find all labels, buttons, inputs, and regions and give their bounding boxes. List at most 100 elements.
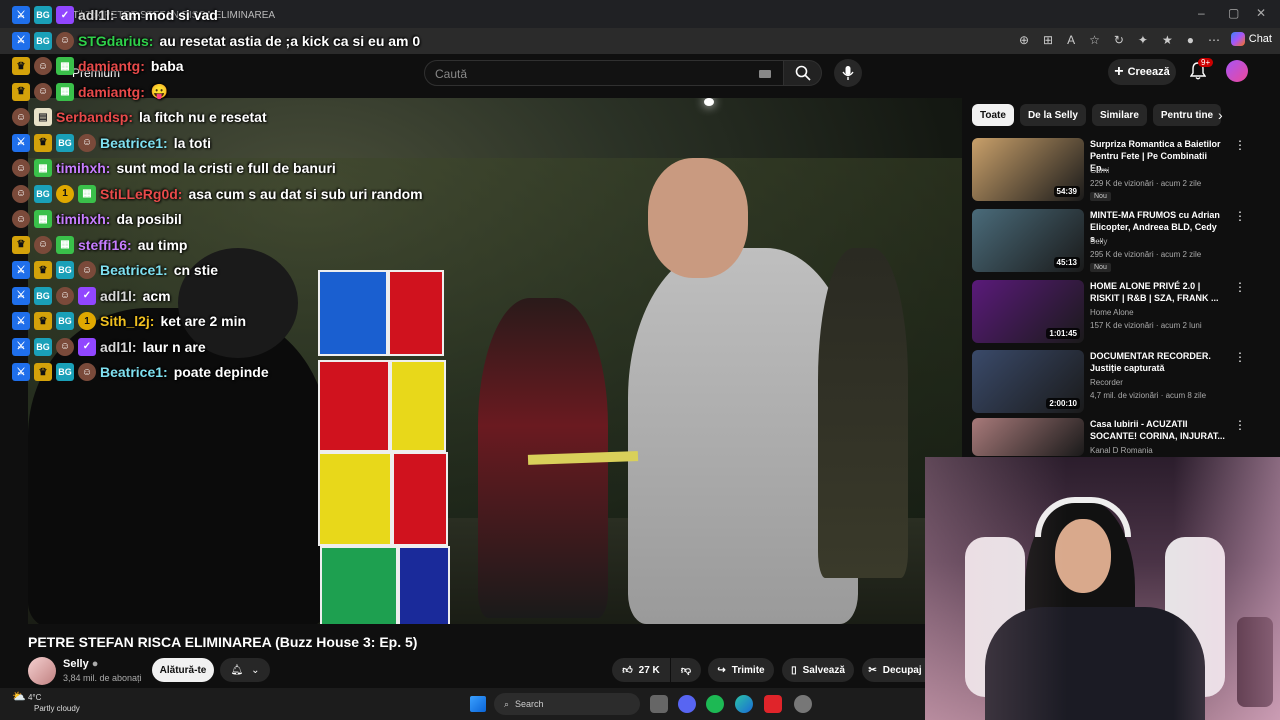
video-thumbnail[interactable] [972,418,1084,456]
chip-related[interactable]: Similare [1091,104,1147,126]
chat-username[interactable]: steffi16: [78,237,132,253]
search-icon: ⌕ [504,698,510,709]
chat-username[interactable]: StiLLeRg0d: [100,186,182,202]
join-button[interactable]: Alătură-te [152,658,214,682]
more-vert-icon[interactable]: ⋮ [1234,418,1246,432]
recommended-video[interactable]: 54:39 Surpriza Romantica a Baietilor Pent… [972,138,1252,204]
channel-badge-icon: BG [34,6,52,24]
search-button[interactable] [784,60,822,86]
chat-username[interactable]: Serbandsp: [56,109,133,125]
chip-from-selly[interactable]: De la Selly [1019,104,1086,126]
emote-face-icon: ☺ [12,108,30,126]
chip-all[interactable]: Toate [972,104,1014,126]
profile-icon[interactable]: ● [1187,33,1194,47]
dislike-button[interactable]: 👎︎ [671,658,701,682]
recommended-meta: 4,7 mil. de vizionări · acum 8 zile [1090,391,1207,400]
refresh-icon[interactable]: ↻ [1114,33,1124,47]
gift-sub-icon: ▦ [56,235,74,254]
like-button[interactable]: 👍︎ 27 K [612,658,670,682]
chat-username[interactable]: adl1l: [78,7,115,23]
chat-username[interactable]: damiantg: [78,58,145,74]
search-icon [795,65,811,81]
spotify-icon[interactable] [706,695,724,713]
thumbs-down-icon: 👎︎ [680,665,692,676]
plus-icon: + [1114,63,1124,80]
recommended-video[interactable]: 1:01:45 HOME ALONE PRIVÉ 2.0 | RISKIT | R… [972,280,1252,346]
chat-message: ⚔ BG ✓ adl1l: am mod si vad [12,4,218,26]
translate-icon[interactable]: ⊕ [1019,33,1029,47]
keyboard-icon[interactable] [759,70,771,78]
chat-text: la toti [173,134,212,151]
more-vert-icon[interactable]: ⋮ [1234,138,1246,152]
video-thumbnail[interactable]: 1:01:45 [972,280,1084,343]
temperature: 4°C [27,693,42,702]
one-month-badge-icon: 1 [56,184,74,203]
clip-button[interactable]: ✂ Decupaj [862,658,928,682]
video-thumbnail[interactable]: 45:13 [972,209,1084,272]
weather-widget[interactable]: ⛅ 4°C Partly cloudy [12,692,80,714]
minimize-icon[interactable]: – [1198,6,1205,20]
vip-crown-icon: ♛ [34,133,52,152]
channel-name[interactable]: Selly ● [63,658,98,670]
chat-username[interactable]: Beatrice1: [100,135,168,151]
recommended-meta: 295 K de vizionări · acum 2 zile [1090,250,1202,259]
save-button[interactable]: ▯ Salvează [782,658,854,682]
moderator-sword-icon: ⚔ [12,363,30,381]
search-input[interactable]: Caută [424,60,784,86]
streamer-webcam [925,457,1280,720]
maximize-icon[interactable]: ▢ [1228,6,1239,20]
create-label: Creează [1127,66,1170,78]
chat-username[interactable]: damiantg: [78,84,145,100]
recommended-meta: 229 K de vizionări · acum 2 zile [1090,179,1202,188]
chat-username[interactable]: adl1l: [100,339,137,355]
youtube-app-icon[interactable] [764,695,782,713]
chat-username[interactable]: Sith_l2j: [100,313,154,329]
vip-crown-icon: ♛ [12,82,30,101]
subscription-bell-button[interactable]: 🔔︎ ⌄ [220,658,270,682]
chat-username[interactable]: adl1l: [100,288,137,304]
apps-icon[interactable]: ⊞ [1043,33,1053,47]
menu-icon[interactable]: ⋯ [1208,33,1220,47]
video-thumbnail[interactable]: 2:00:10 [972,350,1084,413]
task-view-icon[interactable] [650,695,668,713]
more-vert-icon[interactable]: ⋮ [1234,280,1246,294]
channel-badge-icon: BG [34,184,52,203]
moderator-sword-icon: ⚔ [12,6,30,24]
chat-username[interactable]: timihxh: [56,211,110,227]
chat-username[interactable]: Beatrice1: [100,262,168,278]
notifications-button[interactable]: 9+ [1190,58,1214,80]
recommended-video[interactable]: 2:00:10 DOCUMENTAR RECORDER. Justiție cap… [972,350,1252,416]
voice-search-button[interactable] [834,59,862,87]
person-right [818,248,908,578]
edge-icon[interactable] [735,695,753,713]
read-aloud-icon[interactable]: A [1067,33,1075,47]
recommended-video[interactable]: 45:13 MINTE-MA FRUMOS cu Adrian Elicopter… [972,209,1252,275]
chat-username[interactable]: Beatrice1: [100,364,168,380]
discord-icon[interactable] [678,695,696,713]
extensions-icon[interactable]: ✦ [1138,33,1148,47]
more-vert-icon[interactable]: ⋮ [1234,209,1246,223]
create-button[interactable]: + Creează [1108,59,1176,85]
vip-crown-icon: ♛ [34,363,52,381]
more-vert-icon[interactable]: ⋮ [1234,350,1246,364]
recommended-channel: Home Alone [1090,308,1134,317]
screen: { "browser": { "tab_title": "ⓢ TikTok PE… [0,0,1280,720]
close-icon[interactable]: ✕ [1256,6,1266,20]
chat-username[interactable]: timihxh: [56,160,110,176]
chip-for-you[interactable]: Pentru tine [1152,104,1222,126]
channel-avatar[interactable] [28,657,56,685]
chat-text: 😛 [150,83,169,99]
favorite-icon[interactable]: ☆ [1089,33,1100,47]
recommended-video[interactable]: Casa Iubirii - ACUZATII SOCANTE! CORINA,… [972,418,1252,456]
thumbs-up-icon: 👍︎ [622,665,633,676]
favorites-icon[interactable]: ★ [1162,33,1173,47]
obs-icon[interactable] [794,695,812,713]
video-thumbnail[interactable]: 54:39 [972,138,1084,201]
share-button[interactable]: ↪ Trimite [708,658,774,682]
taskbar-search[interactable]: ⌕ Search [494,693,640,715]
chat-username[interactable]: STGdarius: [78,33,153,49]
chevron-right-icon[interactable]: › [1218,107,1223,123]
account-avatar[interactable] [1226,60,1248,82]
copilot-chat-button[interactable]: Chat [1230,32,1272,46]
windows-start-icon[interactable] [470,696,486,712]
